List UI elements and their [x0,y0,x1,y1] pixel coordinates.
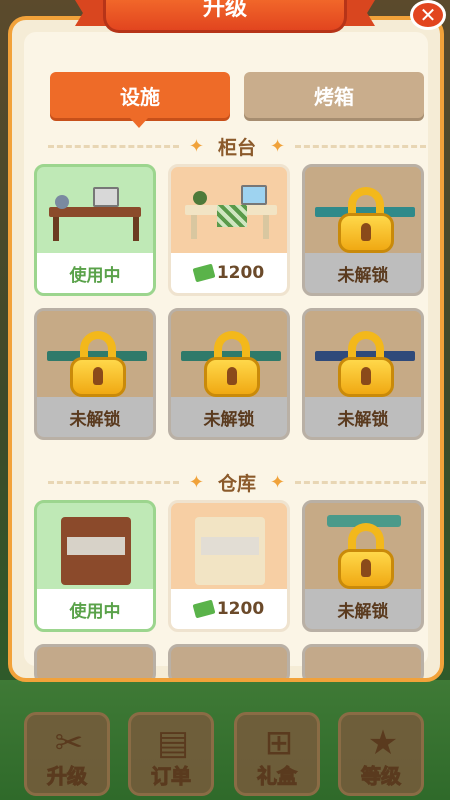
counter-item-3[interactable]: 未解锁 [302,164,424,296]
counter-item-1[interactable]: 使用中 [34,164,156,296]
item-price: 1200 [171,589,287,629]
nav-label: 等级 [361,764,402,789]
divider [48,144,179,148]
section-title: 柜台 [218,136,257,159]
counter-item-4[interactable]: 未解锁 [34,308,156,440]
nav-level-button[interactable]: ★ 等级 [338,712,424,796]
nav-label: 礼盒 [257,764,298,789]
divider [48,480,179,484]
item-status: 未解锁 [305,253,421,293]
tab-oven[interactable]: 烤箱 [244,72,424,118]
storage-item-partial [168,644,290,678]
close-button[interactable]: ✕ [410,0,446,30]
item-status: 未解锁 [171,397,287,437]
page-title: 升级 [202,0,247,21]
lock-icon [338,523,394,589]
lock-icon [338,331,394,397]
price-value: 1200 [216,599,265,619]
tab-facilities[interactable]: 设施 [50,72,230,118]
tools-icon: ✂ [54,723,84,763]
cash-icon [192,263,216,283]
cabinet-art [171,503,287,595]
price-value: 1200 [216,263,265,283]
item-status: 未解锁 [37,397,153,437]
counter-item-5[interactable]: 未解锁 [168,308,290,440]
lock-icon [338,187,394,253]
section-header-counter: ✦ 柜台 ✦ [42,134,432,159]
counter-item-6[interactable]: 未解锁 [302,308,424,440]
counter-art [171,311,287,403]
storage-item-partial [34,644,156,678]
storage-item-3[interactable]: 未解锁 [302,500,424,632]
sparkle-icon: ✦ [270,135,286,157]
sparkle-icon: ✦ [270,471,286,493]
item-price: 1200 [171,253,287,293]
lock-icon [70,331,126,397]
counter-art [305,311,421,403]
section-title: 仓库 [218,472,257,495]
lock-icon [204,331,260,397]
order-icon: ▤ [156,723,190,763]
counter-item-2[interactable]: 1200 [168,164,290,296]
upgrade-panel: 设施 烤箱 ✦ 柜台 ✦ 使用中 1200 未解锁 未解锁 未解锁 未解锁 ✦ … [8,16,444,682]
nav-gift-button[interactable]: ⊞ 礼盒 [234,712,320,796]
counter-art [37,311,153,403]
item-status: 未解锁 [305,397,421,437]
section-header-storage: ✦ 仓库 ✦ [42,470,432,495]
title-ribbon: 升级 [75,0,375,34]
cash-icon [192,599,216,619]
gift-icon: ⊞ [264,723,294,763]
nav-orders-button[interactable]: ▤ 订单 [128,712,214,796]
divider [295,480,427,484]
tab-pointer [130,118,148,128]
storage-item-partial [302,644,424,678]
item-status: 使用中 [37,253,153,293]
level-icon: ★ [367,723,399,763]
cabinet-art [305,503,421,595]
close-icon: ✕ [419,3,437,27]
counter-art [305,167,421,259]
counter-art [171,167,287,259]
item-status: 使用中 [37,589,153,629]
storage-item-1[interactable]: 使用中 [34,500,156,632]
nav-upgrade-button[interactable]: ✂ 升级 [24,712,110,796]
divider [295,144,427,148]
nav-label: 升级 [47,764,88,789]
sparkle-icon: ✦ [188,471,204,493]
counter-art [37,167,153,259]
cabinet-art [37,503,153,595]
sparkle-icon: ✦ [188,135,204,157]
item-status: 未解锁 [305,589,421,629]
nav-label: 订单 [151,764,192,789]
storage-item-2[interactable]: 1200 [168,500,290,632]
